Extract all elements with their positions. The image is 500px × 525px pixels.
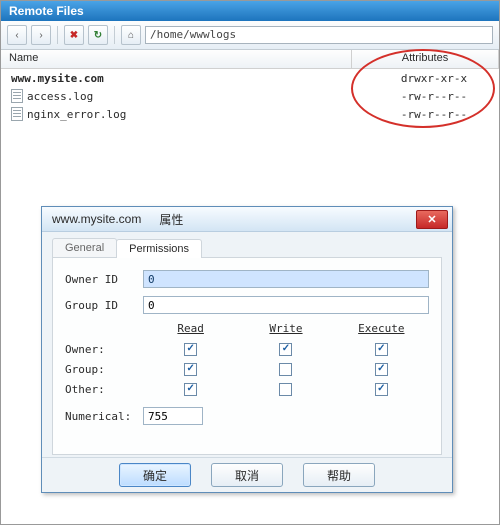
tab-permissions[interactable]: Permissions xyxy=(116,239,202,258)
perm-row-owner: Owner: ✓ ✓ ✓ xyxy=(65,339,429,359)
file-attributes: drwxr-xr-x xyxy=(369,72,499,85)
owner-read-checkbox[interactable]: ✓ xyxy=(184,343,197,356)
window-title: Remote Files xyxy=(1,1,499,21)
toolbar: ‹ › ✖ ↻ ⌂ /home/wwwlogs xyxy=(1,21,499,50)
list-item[interactable]: www.mysite.com drwxr-xr-x xyxy=(1,69,499,87)
group-write-checkbox[interactable] xyxy=(279,363,292,376)
group-id-field[interactable] xyxy=(143,296,429,314)
perm-row-group: Group: ✓ ✓ xyxy=(65,359,429,379)
owner-id-field[interactable] xyxy=(143,270,429,288)
file-name: access.log xyxy=(27,90,93,103)
file-attributes: -rw-r--r-- xyxy=(369,90,499,103)
file-icon xyxy=(11,89,23,103)
toolbar-divider xyxy=(57,26,58,44)
header-execute: Execute xyxy=(334,322,429,335)
dialog-titlebar[interactable]: www.mysite.com 属性 ✕ xyxy=(42,207,452,232)
address-bar[interactable]: /home/wwwlogs xyxy=(145,26,493,44)
header-attributes[interactable]: Attributes xyxy=(352,50,499,68)
permissions-panel: Owner ID Group ID Read Write Execute Own… xyxy=(52,257,442,455)
group-id-label: Group ID xyxy=(65,299,143,312)
dialog-buttons: 确定 取消 帮助 xyxy=(42,457,452,492)
column-headers: Name Attributes xyxy=(1,50,499,69)
file-attributes: -rw-r--r-- xyxy=(369,108,499,121)
owner-write-checkbox[interactable]: ✓ xyxy=(279,343,292,356)
permission-headers: Read Write Execute xyxy=(143,322,429,335)
list-item[interactable]: access.log -rw-r--r-- xyxy=(1,87,499,105)
header-name[interactable]: Name xyxy=(1,50,352,68)
tab-general[interactable]: General xyxy=(52,238,117,257)
file-list: www.mysite.com drwxr-xr-x access.log -rw… xyxy=(1,69,499,123)
row-label: Group: xyxy=(65,363,143,376)
tab-strip: General Permissions xyxy=(52,238,442,257)
row-label: Other: xyxy=(65,383,143,396)
help-button[interactable]: 帮助 xyxy=(303,463,375,487)
file-name: nginx_error.log xyxy=(27,108,126,121)
other-read-checkbox[interactable]: ✓ xyxy=(184,383,197,396)
group-execute-checkbox[interactable]: ✓ xyxy=(375,363,388,376)
forward-button[interactable]: › xyxy=(31,25,51,45)
close-button[interactable]: ✕ xyxy=(416,210,448,229)
dialog-title-filename: www.mysite.com xyxy=(52,212,141,226)
back-button[interactable]: ‹ xyxy=(7,25,27,45)
dialog-title-caption: 属性 xyxy=(159,211,183,228)
refresh-button[interactable]: ↻ xyxy=(88,25,108,45)
file-icon xyxy=(11,107,23,121)
numerical-field[interactable] xyxy=(143,407,203,425)
cancel-button[interactable]: 取消 xyxy=(211,463,283,487)
other-write-checkbox[interactable] xyxy=(279,383,292,396)
home-button[interactable]: ⌂ xyxy=(121,25,141,45)
stop-button[interactable]: ✖ xyxy=(64,25,84,45)
list-item[interactable]: nginx_error.log -rw-r--r-- xyxy=(1,105,499,123)
toolbar-divider xyxy=(114,26,115,44)
file-name: www.mysite.com xyxy=(11,72,104,85)
other-execute-checkbox[interactable]: ✓ xyxy=(375,383,388,396)
perm-row-other: Other: ✓ ✓ xyxy=(65,379,429,399)
owner-id-label: Owner ID xyxy=(65,273,143,286)
owner-execute-checkbox[interactable]: ✓ xyxy=(375,343,388,356)
numerical-label: Numerical: xyxy=(65,410,143,423)
row-label: Owner: xyxy=(65,343,143,356)
header-read: Read xyxy=(143,322,238,335)
group-read-checkbox[interactable]: ✓ xyxy=(184,363,197,376)
properties-dialog: www.mysite.com 属性 ✕ General Permissions … xyxy=(41,206,453,493)
close-icon: ✕ xyxy=(427,213,436,226)
ok-button[interactable]: 确定 xyxy=(119,463,191,487)
header-write: Write xyxy=(238,322,333,335)
